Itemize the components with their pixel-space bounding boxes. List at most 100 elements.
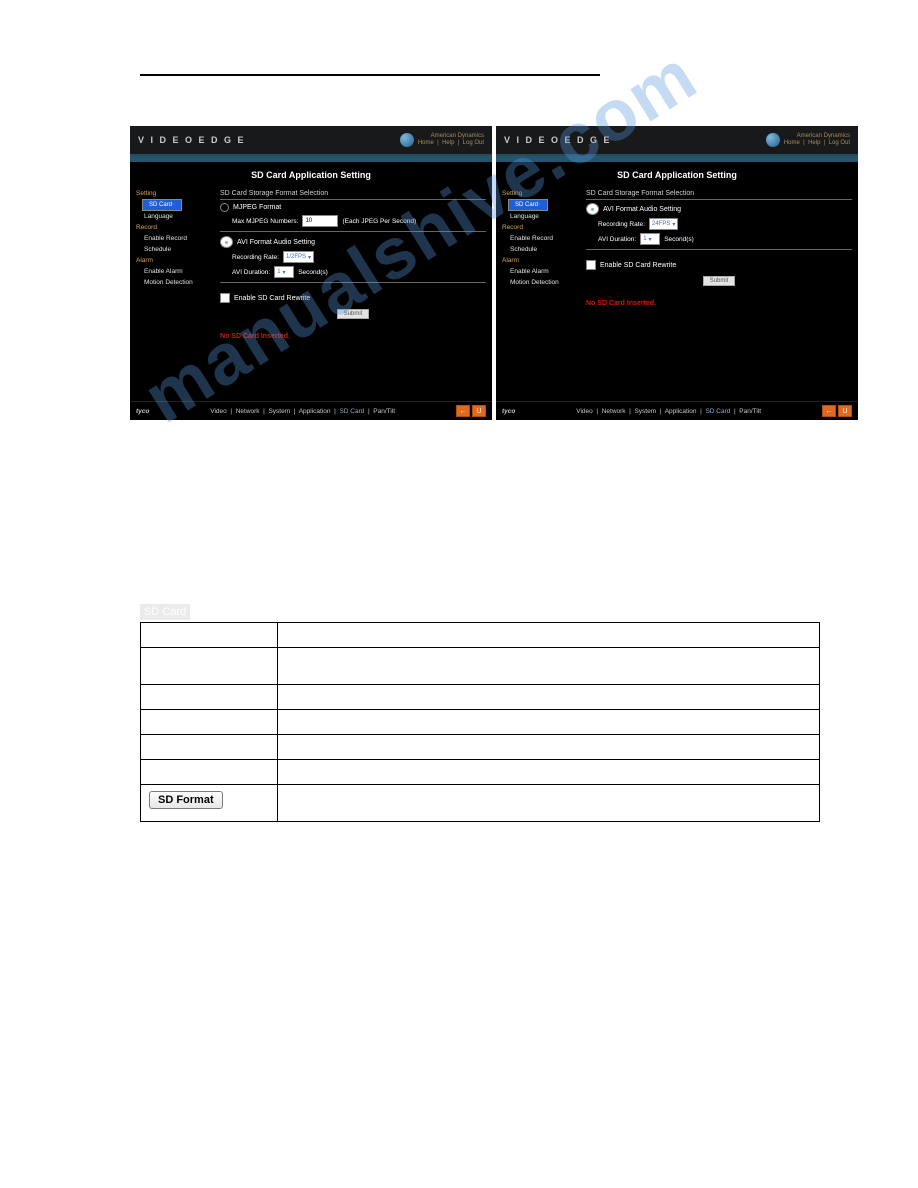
settings-sidebar: Setting SD Card Language Record Enable R… <box>136 188 216 378</box>
sidebar-record: Record <box>502 222 582 233</box>
max-mjpeg-input[interactable]: 10 <box>302 215 338 227</box>
field-recording-rate: Recording Rate: 1/2FPS <box>232 251 486 263</box>
link-home[interactable]: Home <box>418 140 434 146</box>
radio-icon <box>220 236 233 248</box>
settings-sidebar: Setting SD Card Language Record Enable R… <box>502 188 582 378</box>
sidebar-item-sdcard[interactable]: SD Card <box>508 199 548 211</box>
spec-table: MJPEG FormatClick to activate this funct… <box>140 622 820 822</box>
tyco-logo: tyco <box>136 408 149 415</box>
brand-logo: V I D E O E D G E <box>138 135 246 145</box>
recording-rate-select[interactable]: 24FPS <box>649 218 678 230</box>
group-storage-format: SD Card Storage Format Selection <box>586 188 852 200</box>
desc-p2: Occasionally, writing data to the memory… <box>140 480 820 496</box>
table-cell-key: Enable SD Card Rewrite <box>141 759 278 784</box>
avi-duration-label: AVI Duration: <box>232 269 270 276</box>
field-avi-duration: AVI Duration: 1 Second(s) <box>598 233 852 245</box>
radio-avi[interactable]: AVI Format Audio Setting <box>220 236 486 248</box>
table-row: Enable SD Card RewriteClick to activate … <box>141 759 820 784</box>
sidebar-item-schedule[interactable]: Schedule <box>502 244 582 255</box>
checkbox-icon <box>586 260 596 270</box>
sidebar-item-sdcard[interactable]: SD Card <box>142 199 182 211</box>
checkbox-rewrite[interactable]: Enable SD Card Rewrite <box>220 293 486 303</box>
sidebar-item-enable-record[interactable]: Enable Record <box>136 233 216 244</box>
avi-duration-unit: Second(s) <box>298 269 328 276</box>
error-no-sdcard: No SD Card Inserted. <box>220 333 486 340</box>
max-mjpeg-unit: (Each JPEG Per Second) <box>342 218 416 225</box>
table-row: Recording RateSelect a value from the dr… <box>141 709 820 734</box>
footer-link-pantilt[interactable]: Pan/Tilt <box>373 408 395 415</box>
link-help[interactable]: Help <box>808 140 820 146</box>
footer-link-video[interactable]: Video <box>576 408 593 415</box>
table-cell-value: Click to activate this function. <box>278 684 820 709</box>
company-name: American Dynamics <box>418 133 484 140</box>
table-cell-key: Recording Rate <box>141 709 278 734</box>
table-cell-value: Click to activate this function. <box>278 622 820 647</box>
tyco-logo: tyco <box>502 408 515 415</box>
radio-mjpeg[interactable]: MJPEG Format <box>220 203 486 212</box>
sidebar-item-language[interactable]: Language <box>136 211 216 222</box>
footer-link-sdcard[interactable]: SD Card <box>339 408 364 415</box>
desc-p1: The IP Camera can be used with an SD car… <box>140 450 820 466</box>
sidebar-setting: Setting <box>136 188 216 199</box>
avi-duration-select[interactable]: 1 <box>274 266 294 278</box>
sidebar-item-motion[interactable]: Motion Detection <box>502 277 582 288</box>
table-cell-value: Click to activate the rewrite function. <box>278 759 820 784</box>
sidebar-item-enable-alarm[interactable]: Enable Alarm <box>136 266 216 277</box>
sidebar-item-enable-alarm[interactable]: Enable Alarm <box>502 266 582 277</box>
radio-icon <box>586 203 599 215</box>
table-cell-key: AVI Duration <box>141 734 278 759</box>
rewrite-label: Enable SD Card Rewrite <box>234 295 310 302</box>
app-window-right: V I D E O E D G E American Dynamics Home… <box>496 126 858 420</box>
link-help[interactable]: Help <box>442 140 454 146</box>
sidebar-item-schedule[interactable]: Schedule <box>136 244 216 255</box>
footer-link-system[interactable]: System <box>268 408 290 415</box>
settings-content: SD Card Storage Format Selection AVI For… <box>582 188 852 378</box>
footer-nav: tyco Video | Network | System | Applicat… <box>496 401 858 420</box>
footer-link-video[interactable]: Video <box>210 408 227 415</box>
footer-link-application[interactable]: Application <box>299 408 331 415</box>
field-avi-duration: AVI Duration: 1 Second(s) <box>232 266 486 278</box>
nav-back-icon[interactable]: ← <box>456 405 470 417</box>
header-links: American Dynamics Home | Help | Log Out <box>418 133 484 146</box>
table-cell-key: AVI Format setting <box>141 684 278 709</box>
footer-link-network[interactable]: Network <box>236 408 260 415</box>
nav-back-icon[interactable]: ← <box>822 405 836 417</box>
sidebar-item-motion[interactable]: Motion Detection <box>136 277 216 288</box>
desc-p4: When the MPEG4/MJPEG/H.264 video stream … <box>140 539 820 570</box>
nav-refresh-icon[interactable]: U <box>472 405 486 417</box>
footer-link-network[interactable]: Network <box>602 408 626 415</box>
panel-title: SD Card Application Setting <box>496 162 858 184</box>
radio-mjpeg-label: MJPEG Format <box>233 204 281 211</box>
submit-button[interactable]: Submit <box>337 309 370 319</box>
checkbox-rewrite[interactable]: Enable SD Card Rewrite <box>586 260 852 270</box>
table-cell-value: Indicates the number of pictures to take… <box>278 647 820 684</box>
link-logout[interactable]: Log Out <box>463 140 484 146</box>
recording-rate-label: Recording Rate: <box>598 221 645 228</box>
avi-duration-unit: Second(s) <box>664 236 694 243</box>
link-home[interactable]: Home <box>784 140 800 146</box>
footer-link-sdcard[interactable]: SD Card <box>705 408 730 415</box>
table-row: Max MJPEG NumbersIndicates the number of… <box>141 647 820 684</box>
desc-p3: When you click the SD Card, the followin… <box>140 509 820 525</box>
radio-avi-label: AVI Format Audio Setting <box>603 206 681 213</box>
section-underline <box>140 60 600 76</box>
footer-link-application[interactable]: Application <box>665 408 697 415</box>
footer-link-system[interactable]: System <box>634 408 656 415</box>
table-cell-key: SD Format <box>141 784 278 821</box>
sd-format-button[interactable]: SD Format <box>149 791 223 809</box>
radio-avi[interactable]: AVI Format Audio Setting <box>586 203 852 215</box>
submit-button[interactable]: Submit <box>703 276 736 286</box>
panel-title: SD Card Application Setting <box>130 162 492 184</box>
avi-duration-label: AVI Duration: <box>598 236 636 243</box>
radio-avi-label: AVI Format Audio Setting <box>237 239 315 246</box>
screenshot-figure: V I D E O E D G E American Dynamics Home… <box>130 126 888 420</box>
group-storage-format: SD Card Storage Format Selection <box>220 188 486 200</box>
nav-refresh-icon[interactable]: U <box>838 405 852 417</box>
sidebar-record: Record <box>136 222 216 233</box>
avi-duration-select[interactable]: 1 <box>640 233 660 245</box>
footer-link-pantilt[interactable]: Pan/Tilt <box>739 408 761 415</box>
sidebar-item-language[interactable]: Language <box>502 211 582 222</box>
recording-rate-select[interactable]: 1/2FPS <box>283 251 314 263</box>
sidebar-item-enable-record[interactable]: Enable Record <box>502 233 582 244</box>
link-logout[interactable]: Log Out <box>829 140 850 146</box>
